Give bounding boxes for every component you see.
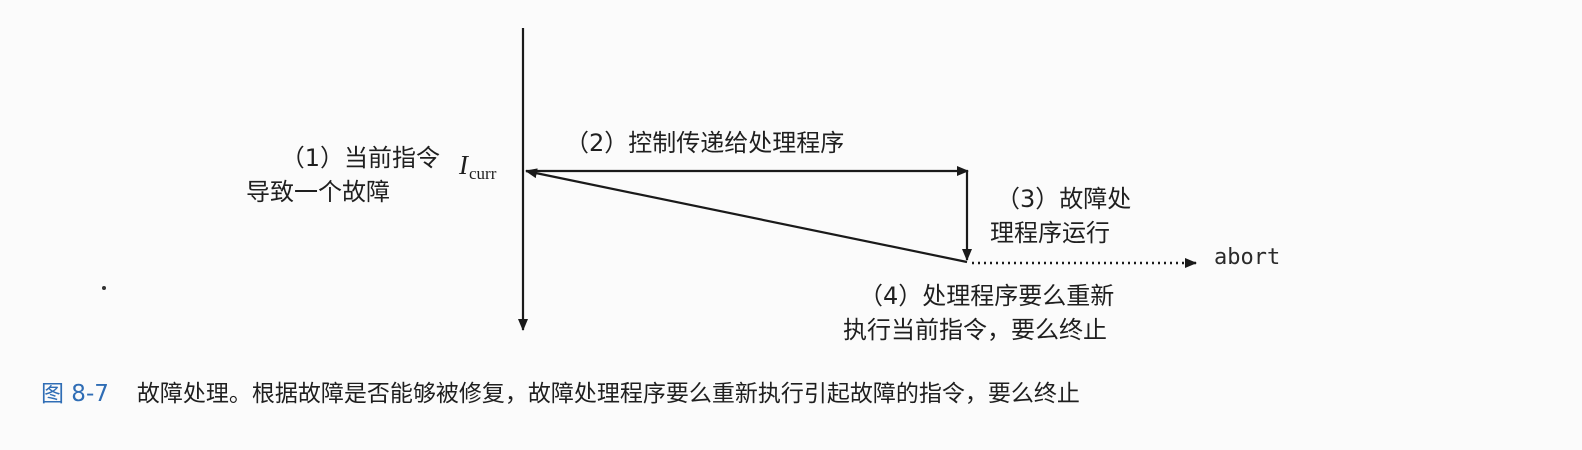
current-instruction-label: Icurr (459, 150, 497, 183)
step1-label: （1）当前指令 导致一个故障 (246, 141, 440, 209)
stray-dot (102, 286, 106, 290)
caption-text: 故障处理。根据故障是否能够被修复，故障处理程序要么重新执行引起故障的指令，要么终… (136, 381, 1080, 407)
step4-line2: 执行当前指令，要么终止 (843, 316, 1107, 344)
figure-number: 图 8-7 (41, 381, 109, 407)
step1-line2: 导致一个故障 (246, 178, 390, 206)
step3-label: （3）故障处 理程序运行 (990, 182, 1131, 250)
step4-label: （4）处理程序要么重新 执行当前指令，要么终止 (843, 279, 1114, 347)
figure-caption: 图 8-7 故障处理。根据故障是否能够被修复，故障处理程序要么重新执行引起故障的指… (41, 378, 1080, 410)
instruction-symbol: I (459, 150, 468, 180)
step4-line1: （4）处理程序要么重新 (859, 282, 1115, 310)
step3-line1: （3）故障处 (996, 185, 1132, 213)
step1-line1: （1）当前指令 (280, 144, 440, 172)
step3-line2: 理程序运行 (990, 219, 1110, 247)
return-to-current-arrow (525, 168, 968, 264)
abort-label: abort (1214, 245, 1281, 270)
step2-label: （2）控制传递给处理程序 (565, 129, 845, 157)
instruction-subscript: curr (469, 164, 497, 183)
